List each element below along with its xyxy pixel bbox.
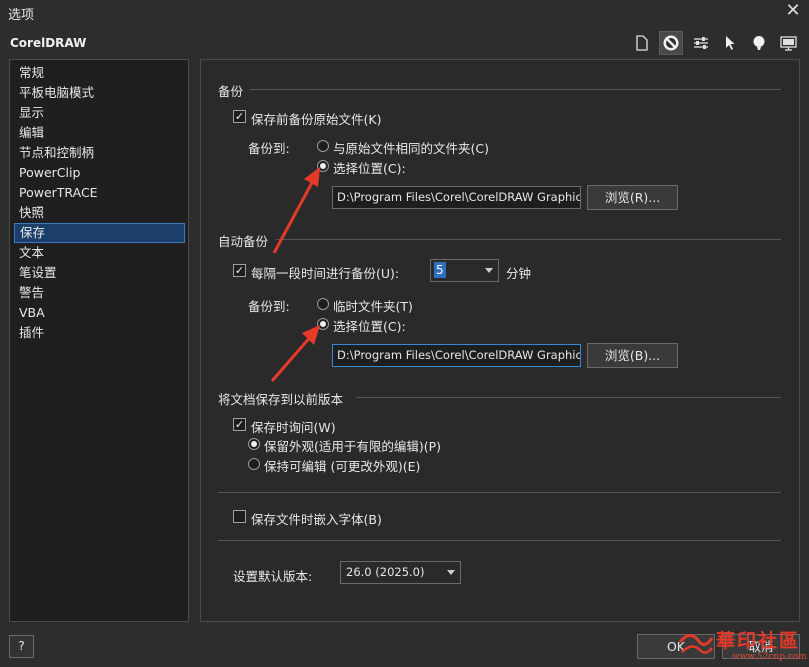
interval-value[interactable]: 5 <box>434 262 446 278</box>
radio-keep-appearance[interactable] <box>248 438 260 450</box>
default-version-label: 设置默认版本: <box>233 569 313 584</box>
sidebar-item[interactable]: PowerTRACE <box>14 183 185 203</box>
autobackup-to-label: 备份到: <box>248 299 290 314</box>
backup-before-save-checkbox[interactable]: ✓ <box>233 110 246 123</box>
sidebar-item[interactable]: 笔设置 <box>14 263 185 283</box>
sidebar-item[interactable]: 编辑 <box>14 123 185 143</box>
sidebar-item[interactable]: 文本 <box>14 243 185 263</box>
radio-keep-editable[interactable] <box>248 458 260 470</box>
divider <box>250 89 781 90</box>
watermark-mark-icon <box>678 634 714 654</box>
interval-unit-label: 分钟 <box>506 266 532 281</box>
sidebar-item[interactable]: 快照 <box>14 203 185 223</box>
radio-same-folder-label[interactable]: 与原始文件相同的文件夹(C) <box>333 138 489 157</box>
radio-keep-editable-label[interactable]: 保持可编辑 (可更改外观)(E) <box>264 456 420 475</box>
divider <box>218 492 781 493</box>
backup-before-save-label[interactable]: 保存前备份原始文件(K) <box>251 109 381 128</box>
sliders-icon[interactable] <box>689 31 713 55</box>
annotation-arrow <box>272 167 320 254</box>
sidebar-item[interactable]: 警告 <box>14 283 185 303</box>
watermark-logo: 華印社區 www.52cnp.com <box>676 624 809 667</box>
default-version-value[interactable]: 26.0 (2025.0) <box>346 565 424 579</box>
embed-fonts-checkbox[interactable] <box>233 510 246 523</box>
chevron-down-icon[interactable] <box>480 260 498 281</box>
radio-same-folder[interactable] <box>317 140 329 152</box>
watermark-url: www.52cnp.com <box>732 652 807 662</box>
sidebar-item[interactable]: PowerClip <box>14 163 185 183</box>
monitor-icon[interactable] <box>776 31 800 55</box>
sidebar-item[interactable]: 插件 <box>14 323 185 343</box>
interval-spinner[interactable]: 5 <box>430 259 499 282</box>
radio-choose-location-label[interactable]: 选择位置(C): <box>333 158 406 177</box>
sidebar-item[interactable]: VBA <box>14 303 185 323</box>
ask-on-save-label[interactable]: 保存时询问(W) <box>251 417 336 436</box>
sidebar-item[interactable]: 常规 <box>14 63 185 83</box>
radio-temp-folder-label[interactable]: 临时文件夹(T) <box>333 296 413 315</box>
default-version-select[interactable]: 26.0 (2025.0) <box>340 561 461 584</box>
sidebar-item[interactable]: 显示 <box>14 103 185 123</box>
chevron-down-icon[interactable] <box>442 562 460 583</box>
autobackup-checkbox-label[interactable]: 每隔一段时间进行备份(U): <box>251 263 399 282</box>
backup-section-title: 备份 <box>218 84 244 99</box>
divider <box>356 397 781 398</box>
window-title: 选项 <box>8 8 35 23</box>
divider <box>218 540 781 541</box>
page-icon[interactable] <box>630 31 654 55</box>
watermark-text: 華印社區 <box>716 630 801 652</box>
balloon-icon[interactable] <box>747 31 771 55</box>
backup-path-field[interactable]: D:\Program Files\Corel\CorelDRAW Graphic… <box>332 186 581 209</box>
old-version-section-title: 将文档保存到以前版本 <box>218 392 344 407</box>
autobackup-browse-button[interactable]: 浏览(B)... <box>587 343 678 368</box>
radio-autobackup-choose-location-label[interactable]: 选择位置(C): <box>333 316 406 335</box>
autobackup-checkbox[interactable]: ✓ <box>233 264 246 277</box>
close-icon[interactable]: ✕ <box>781 0 805 24</box>
browse-button[interactable]: 浏览(R)... <box>587 185 678 210</box>
autobackup-path-field[interactable]: D:\Program Files\Corel\CorelDRAW Graphic… <box>332 344 581 367</box>
ask-on-save-checkbox[interactable]: ✓ <box>233 418 246 431</box>
title-bar <box>0 0 809 26</box>
annotation-arrow <box>270 325 320 382</box>
settings-no-icon[interactable] <box>659 31 683 55</box>
cursor-icon[interactable] <box>718 31 742 55</box>
sidebar-item[interactable]: 平板电脑模式 <box>14 83 185 103</box>
help-button[interactable]: ? <box>9 635 34 658</box>
embed-fonts-label[interactable]: 保存文件时嵌入字体(B) <box>251 509 382 528</box>
app-name: CorelDRAW <box>10 36 87 50</box>
radio-keep-appearance-label[interactable]: 保留外观(适用于有限的编辑)(P) <box>264 436 441 455</box>
sidebar-item[interactable]: 保存 <box>14 223 185 243</box>
category-sidebar: 常规 平板电脑模式 显示 编辑 节点和控制柄 PowerClip PowerTRACE 快照保… <box>9 59 189 622</box>
autobackup-section-title: 自动备份 <box>218 234 269 249</box>
backup-to-label: 备份到: <box>248 141 290 156</box>
sidebar-item[interactable]: 节点和控制柄 <box>14 143 185 163</box>
divider <box>276 239 781 240</box>
radio-temp-folder[interactable] <box>317 298 329 310</box>
